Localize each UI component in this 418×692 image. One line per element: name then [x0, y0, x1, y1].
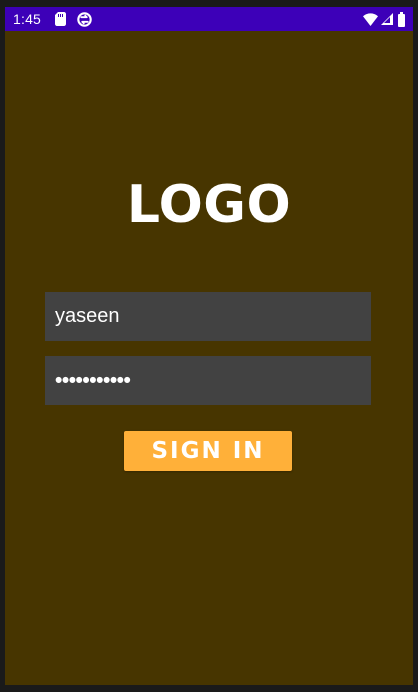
username-field[interactable]: yaseen [45, 292, 371, 341]
sync-icon [77, 11, 92, 27]
sign-in-label: SIGN IN [151, 438, 265, 464]
sign-in-button[interactable]: SIGN IN [124, 431, 292, 471]
logo-text: LOGO [126, 175, 292, 235]
status-icons [363, 11, 406, 27]
device-frame: 1:45 LOGO yaseen ••••••••••• SIGN IN [0, 0, 418, 692]
sd-card-icon [55, 12, 67, 26]
username-value: yaseen [55, 305, 120, 327]
wifi-icon [363, 12, 378, 26]
login-screen: 1:45 LOGO yaseen ••••••••••• SIGN IN [5, 7, 413, 685]
password-mask: ••••••••••• [55, 368, 131, 392]
battery-icon [398, 11, 405, 27]
status-bar: 1:45 [5, 7, 413, 31]
status-time: 1:45 [13, 11, 42, 27]
password-field[interactable]: ••••••••••• [45, 356, 371, 405]
signal-icon [381, 13, 393, 25]
